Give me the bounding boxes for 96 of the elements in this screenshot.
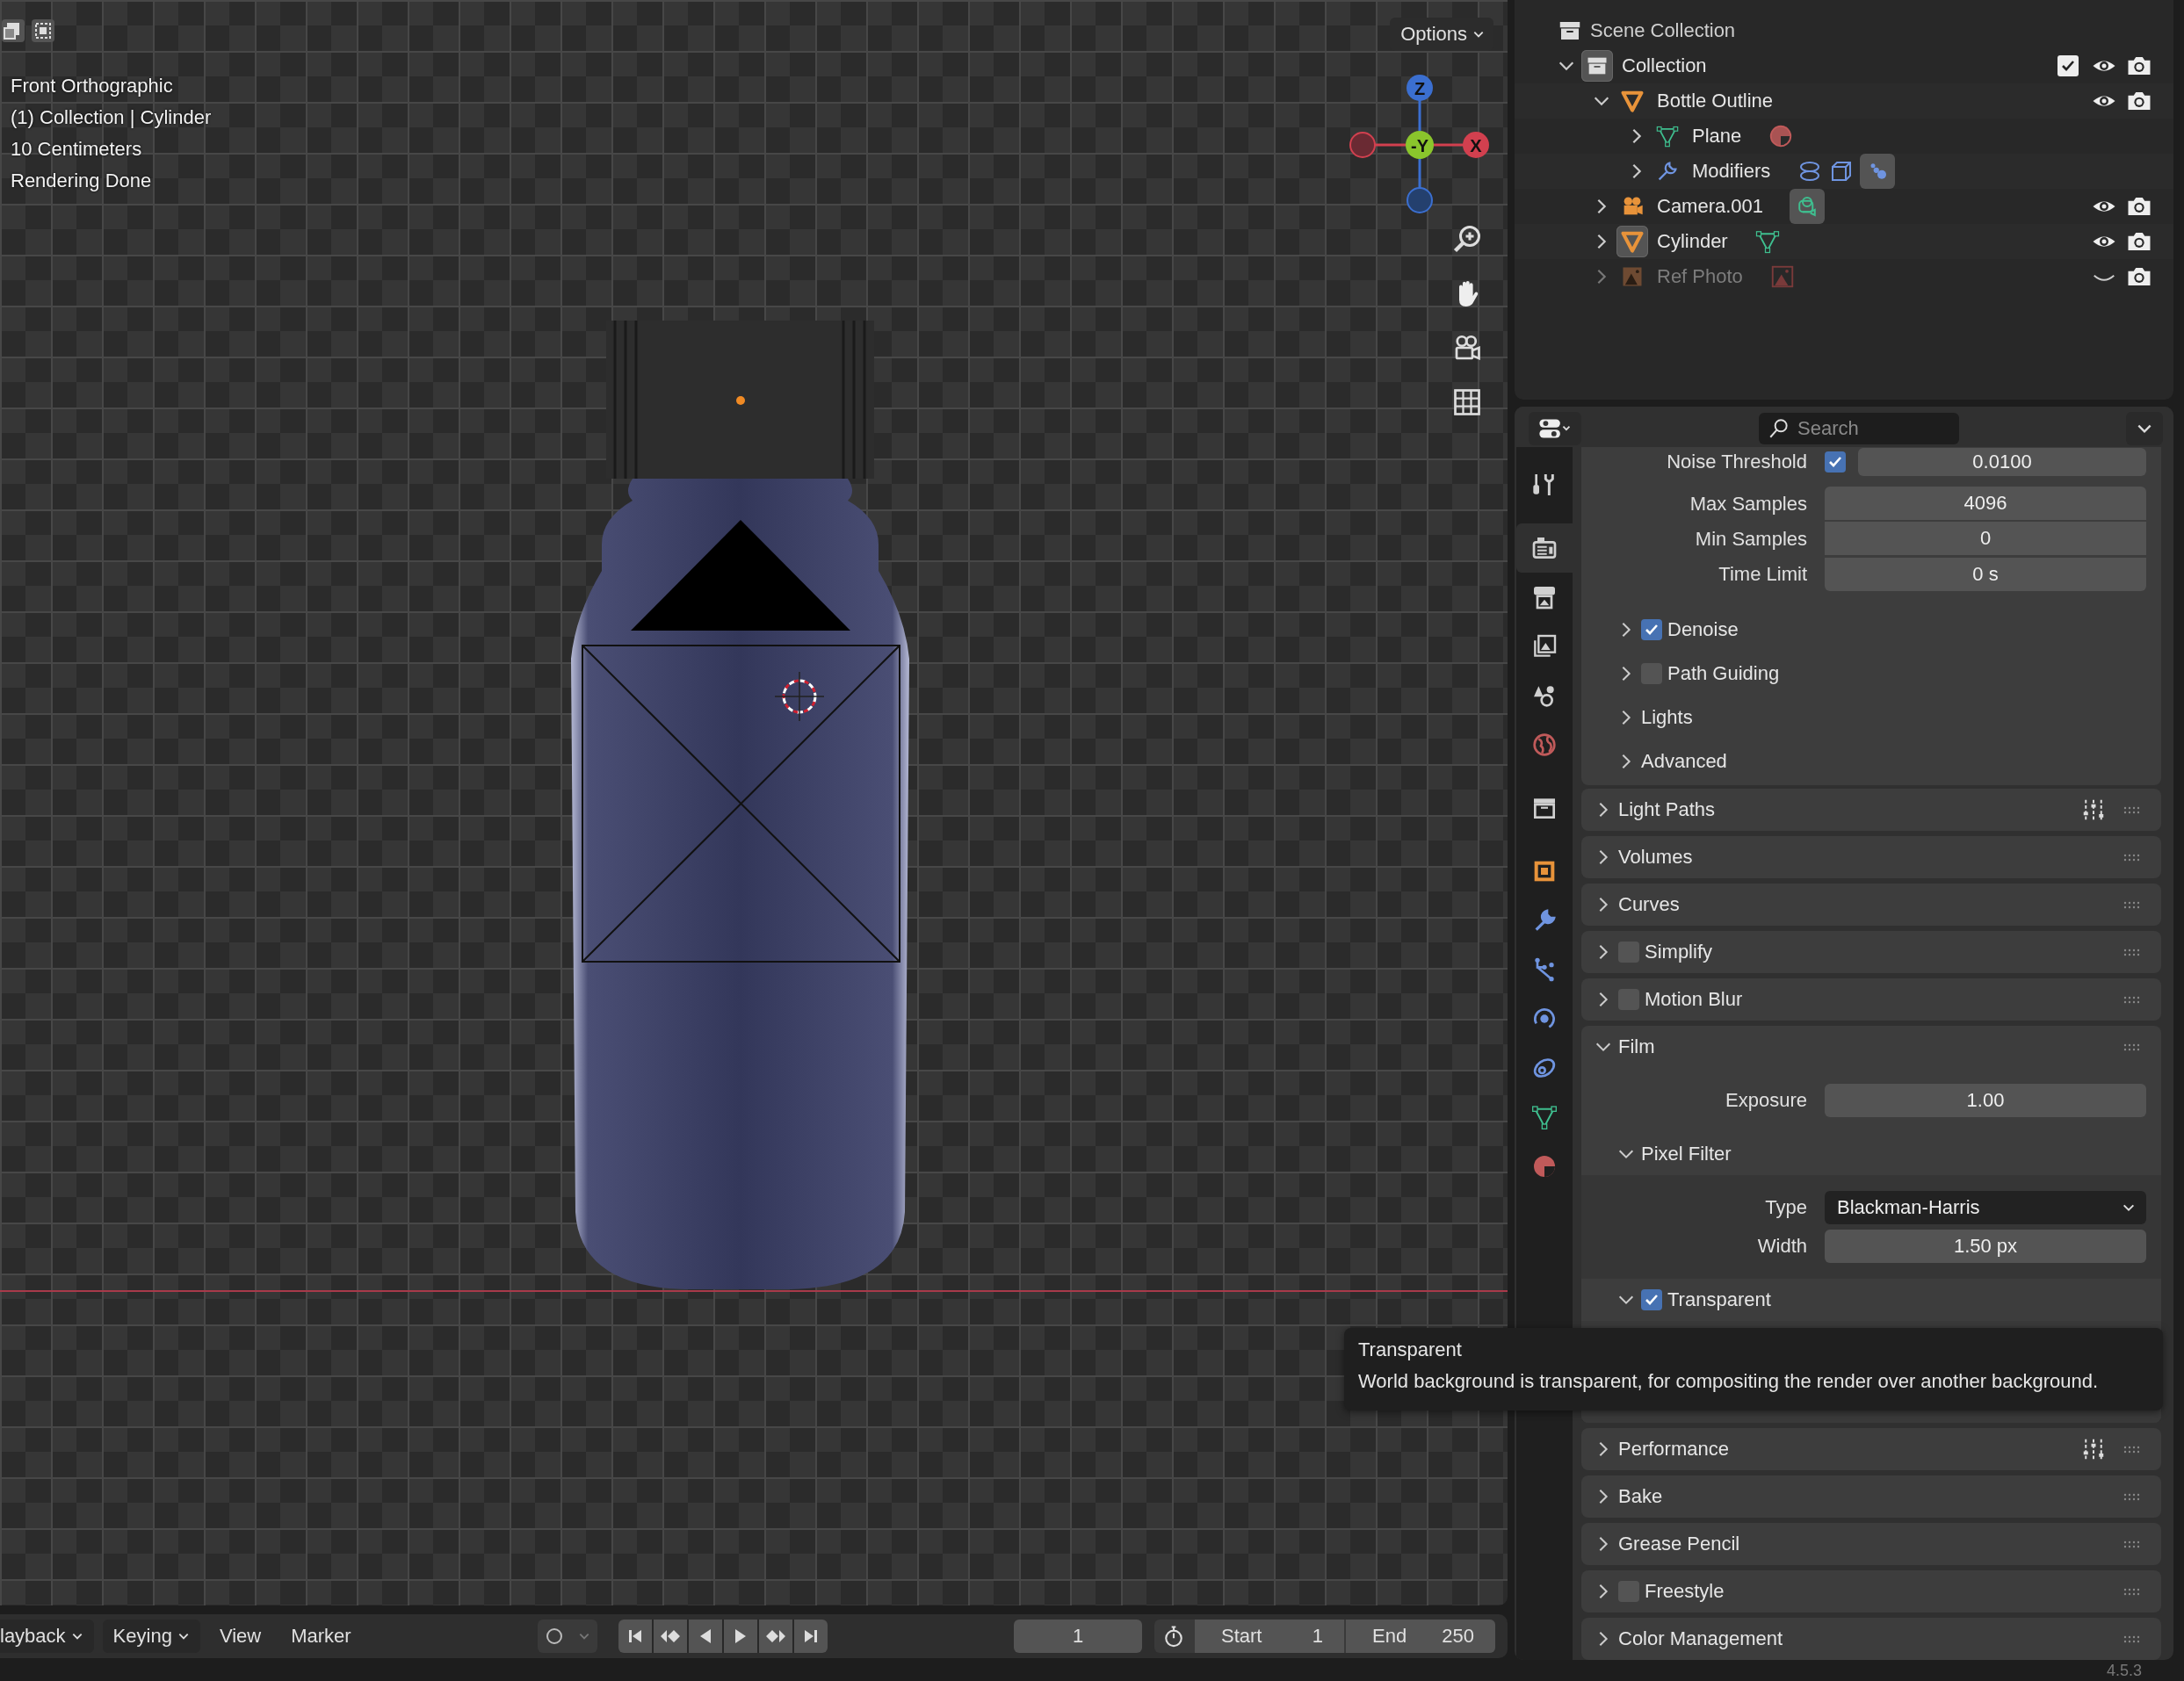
gizmo-axis-label: -Y [1411,136,1428,155]
viewport-info-text: (1) Collection | Cylinder [11,105,212,130]
outliner-item[interactable]: Scene Collection [1590,19,1736,42]
number-field[interactable]: 4096 [1825,487,2146,522]
drag-handle-icon[interactable] [2123,805,2142,814]
subpanel-header[interactable]: Path Guiding [1667,662,1780,685]
panel-header[interactable]: Color Management [1618,1627,1783,1650]
panel-header[interactable]: Freestyle [1645,1580,1725,1603]
subpanel-header[interactable]: Transparent [1667,1288,1771,1311]
particles-icon[interactable] [1860,154,1896,189]
subpanel-checkbox[interactable] [1641,1289,1662,1310]
subpanel-header[interactable]: Advanced [1641,750,1727,773]
cursor-icon [774,671,825,722]
outliner-item[interactable]: Camera.001 [1657,195,1764,218]
panel-header[interactable]: Grease Pencil [1618,1533,1740,1555]
camera-icon[interactable] [1790,189,1826,224]
outliner-item[interactable]: Modifiers [1692,160,1771,183]
noise-threshold-checkbox[interactable] [1825,451,1846,473]
drag-handle-icon[interactable] [2123,900,2142,909]
origin-dot [736,396,745,405]
viewport-info-text: Front Orthographic [11,74,174,98]
mesh-icon [1530,1103,1558,1131]
next-keyframe-button[interactable] [759,1620,792,1653]
globe-icon [1530,731,1558,759]
subpanel-header[interactable]: Denoise [1667,618,1739,641]
end-frame-field[interactable]: End 250 [1344,1620,1495,1653]
circle-icon [545,1627,564,1646]
subpanel-header[interactable]: Pixel Filter [1641,1143,1732,1165]
subpanel-checkbox[interactable] [1641,619,1662,640]
timeline-menu[interactable]: Marker [280,1620,362,1653]
outliner-item[interactable]: Cylinder [1657,230,1728,253]
options-dropdown[interactable] [2126,412,2163,445]
drag-handle-icon[interactable] [2123,1587,2142,1596]
editor-type-button[interactable] [1529,412,1581,445]
panel-header[interactable]: Curves [1618,893,1680,916]
box-icon[interactable] [1581,50,1613,82]
play-button[interactable] [724,1620,757,1653]
viewport-info-text: 10 Centimeters [11,137,143,162]
panel-header[interactable]: Simplify [1645,941,1712,963]
exclude-checkbox[interactable] [2057,55,2079,76]
tooltip-title: Transparent [1358,1338,1463,1362]
number-field[interactable]: 0 [1825,522,2146,557]
search-field[interactable]: Search [1759,413,1959,444]
outliner-item[interactable]: Bottle Outline [1657,90,1774,112]
viewport-info-text: Rendering Done [11,169,153,193]
previous-keyframe-button[interactable] [654,1620,687,1653]
drag-handle-icon[interactable] [2123,853,2142,862]
gizmo-axis-label: Z [1414,79,1426,98]
current-frame-field[interactable]: 1 [1014,1620,1142,1653]
panel-header[interactable]: Bake [1618,1485,1663,1508]
navigation-gizmo[interactable] [1349,75,1489,213]
options-dropdown[interactable]: Options [1390,18,1493,51]
subpanel-header[interactable]: Lights [1641,706,1693,729]
properties-tab[interactable] [1516,523,1573,573]
number-field[interactable]: 0.0100 [1858,448,2146,476]
drag-handle-icon[interactable] [2123,1540,2142,1548]
mesh-icon[interactable] [1754,228,1781,255]
gizmo-axis-label: X [1470,136,1482,155]
timeline-menu[interactable]: Keying [102,1620,200,1653]
version-text: 4.5.3 [2105,1661,2143,1681]
zoom-icon[interactable] [1451,223,1483,255]
drag-handle-icon[interactable] [2123,1445,2142,1454]
jump-to-end-button[interactable] [794,1620,828,1653]
select-mode-icon[interactable] [30,18,56,44]
property-label: Time Limit [1718,563,1807,586]
select-mode-icon[interactable] [0,18,26,44]
drag-handle-icon[interactable] [2123,1043,2142,1051]
grid-icon[interactable] [1451,386,1483,418]
record-toggle[interactable] [538,1620,597,1653]
panel-header[interactable]: Light Paths [1618,798,1716,821]
drag-handle-icon[interactable] [2123,1634,2142,1643]
number-field[interactable]: 1.50 px [1825,1230,2146,1263]
drag-handle-icon[interactable] [2123,948,2142,956]
property-label: Noise Threshold [1666,451,1807,473]
panel-header[interactable]: Motion Blur [1645,988,1743,1011]
number-field[interactable]: 1.00 [1825,1084,2146,1117]
number-field[interactable]: 0 s [1825,558,2146,591]
panel-header[interactable]: Volumes [1618,846,1693,869]
drag-handle-icon[interactable] [2123,995,2142,1004]
start-frame-field[interactable]: Start 1 [1193,1620,1344,1653]
drag-handle-icon[interactable] [2123,1492,2142,1501]
timeline-menu[interactable]: View [208,1620,272,1653]
panel-header[interactable]: Performance [1618,1438,1729,1461]
property-label: Width [1756,1235,1807,1258]
property-label: Exposure [1725,1089,1807,1112]
filter-type-dropdown[interactable]: Blackman-Harris [1825,1191,2146,1224]
property-label: Min Samples [1694,528,1807,551]
timeline-menu[interactable]: layback [0,1620,94,1653]
panel-header[interactable]: Film [1618,1035,1655,1058]
property-label: Max Samples [1689,493,1807,516]
outliner-item[interactable]: Plane [1692,125,1742,148]
property-label: Type [1764,1196,1807,1219]
outliner-item[interactable]: Collection [1622,54,1707,77]
outliner-item[interactable]: Ref Photo [1657,265,1743,288]
jump-to-start-button[interactable] [618,1620,652,1653]
play-reverse-button[interactable] [689,1620,722,1653]
